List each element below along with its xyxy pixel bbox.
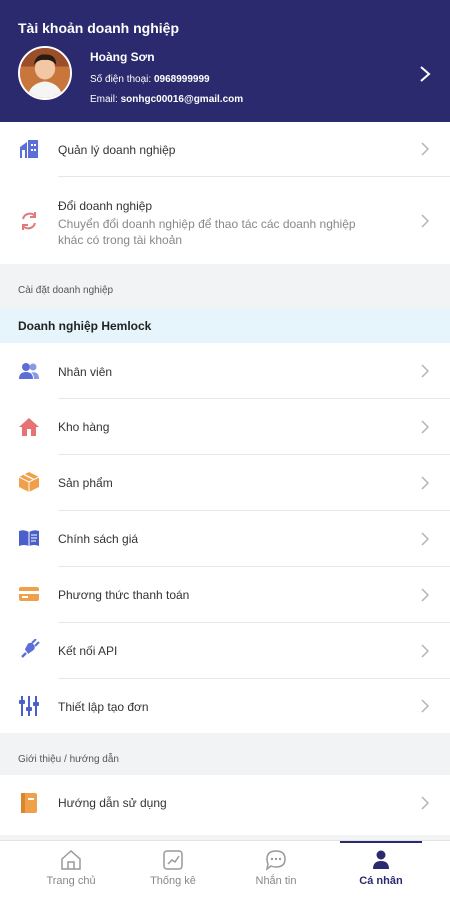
settings-item-label: Nhân viên — [58, 365, 113, 379]
settings-item-warehouse[interactable]: Kho hàng — [0, 399, 450, 454]
manage-business-item[interactable]: Quản lý doanh nghiệp — [0, 122, 450, 176]
header-title: Tài khoản doanh nghiệp — [18, 20, 179, 36]
plug-icon — [21, 639, 40, 658]
settings-item-label: Thiết lập tạo đơn — [58, 700, 149, 714]
switch-business-label: Đổi doanh nghiệp — [58, 199, 153, 213]
building-icon — [20, 140, 38, 158]
chevron-right-icon — [421, 699, 430, 713]
chevron-right-icon — [421, 476, 430, 490]
chevron-right-icon — [421, 644, 430, 658]
settings-item-payment[interactable]: Phương thức thanh toán — [0, 567, 450, 622]
company-name: Doanh nghiệp Hemlock — [18, 319, 152, 333]
settings-item-pricing[interactable]: Chính sách giá — [0, 511, 450, 566]
tab-label: Cá nhân — [359, 875, 403, 887]
profile-email: Email: sonhgc00016@gmail.com — [90, 94, 243, 105]
guide-section-label: Giới thiệu / hướng dẫn — [18, 754, 119, 765]
person-icon — [373, 850, 389, 869]
manage-business-label: Quản lý doanh nghiệp — [58, 143, 176, 157]
settings-item-api[interactable]: Kết nối API — [0, 623, 450, 678]
company-band: Doanh nghiệp Hemlock — [0, 308, 450, 343]
chevron-right-icon — [421, 142, 430, 156]
email-label: Email: — [90, 94, 118, 105]
profile-phone: Số điện thoại: 0968999999 — [90, 74, 243, 85]
settings-section-label: Cài đặt doanh nghiệp — [18, 285, 114, 296]
box-icon — [18, 472, 40, 492]
tab-statistics[interactable]: Thống kê — [122, 841, 224, 900]
account-header: Tài khoản doanh nghiệp Hoàng Sơn Số điện… — [0, 0, 450, 122]
home-icon — [19, 418, 39, 436]
guide-book-icon — [21, 793, 37, 813]
chat-icon — [265, 850, 286, 871]
phone-label: Số điện thoại: — [90, 74, 152, 85]
chevron-right-icon[interactable] — [418, 66, 432, 82]
home-outline-icon — [61, 849, 81, 870]
card-icon — [19, 587, 39, 601]
tab-home[interactable]: Trang chủ — [20, 841, 122, 900]
settings-item-staff[interactable]: Nhân viên — [0, 343, 450, 398]
profile-info: Hoàng Sơn Số điện thoại: 0968999999 Emai… — [90, 50, 243, 114]
switch-business-item[interactable]: Đổi doanh nghiệp Chuyển đổi doanh nghiệp… — [0, 177, 450, 264]
settings-item-label: Chính sách giá — [58, 532, 139, 546]
book-icon — [19, 530, 39, 546]
switch-business-description: Chuyển đổi doanh nghiệp để thao tác các … — [58, 217, 356, 247]
settings-item-label: Phương thức thanh toán — [58, 588, 190, 602]
settings-item-label: Kết nối API — [58, 644, 118, 658]
tab-label: Thống kê — [150, 875, 196, 887]
tab-messages[interactable]: Nhắn tin — [225, 841, 327, 900]
sliders-icon — [19, 696, 39, 716]
avatar[interactable] — [18, 46, 72, 100]
chevron-right-icon — [421, 364, 430, 378]
tab-label: Trang chủ — [46, 875, 96, 887]
settings-item-products[interactable]: Sản phẩm — [0, 455, 450, 510]
email-value: sonhgc00016@gmail.com — [120, 94, 244, 105]
tab-profile[interactable]: Cá nhân — [330, 841, 432, 900]
settings-item-label: Kho hàng — [58, 420, 110, 434]
chevron-right-icon — [421, 214, 430, 228]
guide-item-user-manual[interactable]: Hướng dẫn sử dụng — [0, 775, 450, 835]
guide-item-label: Hướng dẫn sử dụng — [58, 796, 167, 810]
tab-label: Nhắn tin — [255, 875, 297, 887]
settings-item-order-setup[interactable]: Thiết lập tạo đơn — [0, 679, 450, 733]
people-icon — [19, 363, 39, 379]
settings-item-label: Sản phẩm — [58, 476, 113, 490]
chart-icon — [163, 850, 183, 870]
profile-name: Hoàng Sơn — [90, 50, 155, 64]
chevron-right-icon — [421, 420, 430, 434]
chevron-right-icon — [421, 532, 430, 546]
bottom-tab-bar: Trang chủ Thống kê Nhắn tin Cá nhân — [0, 840, 450, 900]
chevron-right-icon — [421, 588, 430, 602]
sync-icon — [22, 212, 36, 230]
phone-value: 0968999999 — [153, 74, 210, 85]
chevron-right-icon — [421, 796, 430, 810]
